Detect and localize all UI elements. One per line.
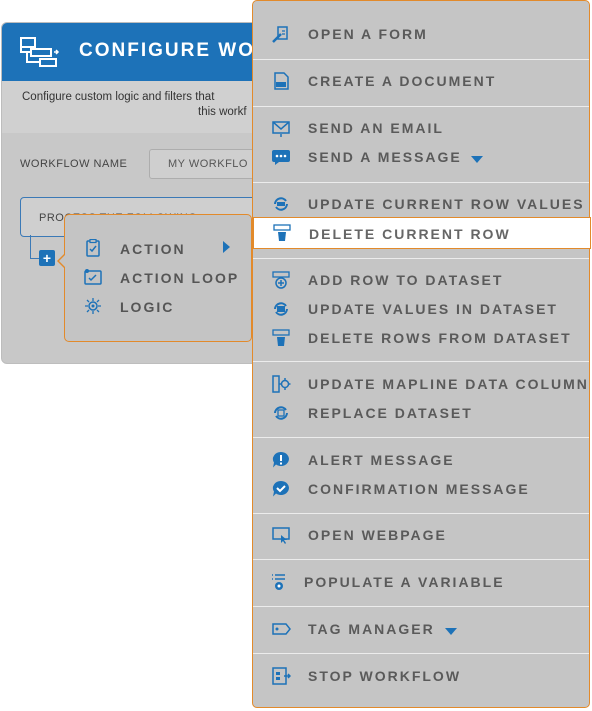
menu-item-stop-workflow[interactable]: STOP WORKFLOW: [253, 663, 589, 689]
menu-item-update-mapline-column[interactable]: UPDATE MAPLINE DATA COLUMN: [253, 371, 589, 397]
menu-item-open-webpage[interactable]: OPEN WEBPAGE: [253, 522, 589, 548]
column-gear-icon: [272, 375, 291, 393]
step-type-popup: ACTION ACTION LOOP LOGIC: [57, 214, 259, 342]
step-type-action-label: ACTION: [120, 241, 186, 257]
stop-workflow-icon: [272, 667, 291, 685]
menu-item-label: UPDATE MAPLINE DATA COLUMN: [308, 376, 589, 392]
step-type-action-loop-label: ACTION LOOP: [120, 270, 240, 286]
divider: [253, 59, 589, 60]
step-type-action-loop[interactable]: ACTION LOOP: [83, 266, 237, 288]
divider: [253, 106, 589, 107]
menu-item-label: SEND AN EMAIL: [308, 120, 444, 136]
add-step-button[interactable]: +: [39, 250, 55, 266]
menu-item-label: STOP WORKFLOW: [308, 668, 462, 684]
menu-item-label: POPULATE A VARIABLE: [304, 574, 505, 590]
menu-item-label: ALERT MESSAGE: [308, 452, 455, 468]
chat-bubble-icon: [272, 150, 290, 165]
row-add-icon: [272, 271, 290, 289]
menu-item-label: DELETE CURRENT ROW: [309, 226, 511, 242]
step-type-logic[interactable]: LOGIC: [83, 295, 233, 317]
menu-item-label: OPEN WEBPAGE: [308, 527, 447, 543]
menu-item-add-row[interactable]: ADD ROW TO DATASET: [253, 267, 589, 293]
menu-item-label: DELETE ROWS FROM DATASET: [308, 330, 572, 346]
dialog-description: Configure custom logic and filters that …: [2, 81, 294, 133]
menu-item-update-dataset-values[interactable]: UPDATE VALUES IN DATASET: [253, 296, 589, 322]
dataset-replace-icon: [274, 406, 288, 420]
divider: [253, 653, 589, 654]
menu-item-label: UPDATE CURRENT ROW VALUES: [308, 196, 585, 212]
alert-bubble-icon: [272, 451, 289, 468]
divider: [253, 258, 589, 259]
menu-item-create-document[interactable]: CREATE A DOCUMENT: [253, 68, 589, 94]
menu-item-label: CREATE A DOCUMENT: [308, 73, 497, 89]
chevron-right-icon: [223, 241, 230, 253]
description-line-1: Configure custom logic and filters that: [22, 91, 215, 103]
menu-item-delete-current-row[interactable]: DELETE CURRENT ROW: [253, 217, 591, 249]
clipboard-check-icon: [86, 239, 100, 257]
monitor-cursor-icon: [272, 527, 290, 544]
variable-list-icon: [272, 574, 285, 590]
menu-item-label: ADD ROW TO DATASET: [308, 272, 504, 288]
menu-item-populate-variable[interactable]: POPULATE A VARIABLE: [253, 569, 589, 595]
dataset-refresh-icon: [274, 302, 288, 316]
divider: [253, 361, 589, 362]
menu-item-open-form[interactable]: OPEN A FORM: [253, 21, 589, 47]
workflow-name-label: WORKFLOW NAME: [20, 158, 128, 170]
divider: [253, 606, 589, 607]
action-menu: OPEN A FORM CREATE A DOCUMENT SEND AN EM…: [252, 0, 591, 708]
dialog-header: CONFIGURE WO: [2, 23, 294, 81]
tag-icon: [272, 623, 291, 635]
menu-item-alert-message[interactable]: ALERT MESSAGE: [253, 447, 589, 473]
pdf-document-icon: [274, 72, 289, 90]
description-line-2: this workf: [198, 106, 247, 118]
menu-item-send-message[interactable]: SEND A MESSAGE: [253, 144, 589, 170]
chevron-down-icon[interactable]: [445, 628, 457, 635]
rows-delete-icon: [272, 329, 290, 346]
divider: [253, 182, 589, 183]
logic-gear-icon: [85, 298, 101, 314]
step-type-logic-label: LOGIC: [120, 299, 175, 315]
menu-item-confirmation-message[interactable]: CONFIRMATION MESSAGE: [253, 476, 589, 502]
menu-item-tag-manager[interactable]: TAG MANAGER: [253, 616, 589, 642]
menu-item-label: UPDATE VALUES IN DATASET: [308, 301, 558, 317]
workflow-icon: [20, 37, 60, 67]
menu-item-delete-rows[interactable]: DELETE ROWS FROM DATASET: [253, 325, 589, 351]
menu-item-label: SEND A MESSAGE: [308, 149, 462, 165]
menu-item-label: OPEN A FORM: [308, 26, 428, 42]
divider: [253, 559, 589, 560]
form-pen-icon: [272, 26, 288, 43]
dialog-title: CONFIGURE WO: [79, 40, 255, 61]
menu-item-replace-dataset[interactable]: REPLACE DATASET: [253, 400, 589, 426]
menu-item-update-current-row[interactable]: UPDATE CURRENT ROW VALUES: [253, 191, 589, 217]
divider: [253, 513, 589, 514]
row-delete-icon: [273, 224, 291, 241]
menu-item-send-email[interactable]: SEND AN EMAIL: [253, 115, 589, 141]
chevron-down-icon[interactable]: [471, 156, 483, 163]
menu-item-label: TAG MANAGER: [308, 621, 435, 637]
workflow-name-value: MY WORKFLO: [168, 158, 248, 170]
menu-item-label: REPLACE DATASET: [308, 405, 473, 421]
divider: [253, 437, 589, 438]
menu-item-label: CONFIRMATION MESSAGE: [308, 481, 530, 497]
row-refresh-icon: [274, 197, 288, 211]
step-type-action[interactable]: ACTION: [83, 237, 233, 259]
check-bubble-icon: [272, 480, 289, 497]
envelope-icon: [272, 121, 290, 137]
loop-check-icon: [84, 269, 102, 285]
